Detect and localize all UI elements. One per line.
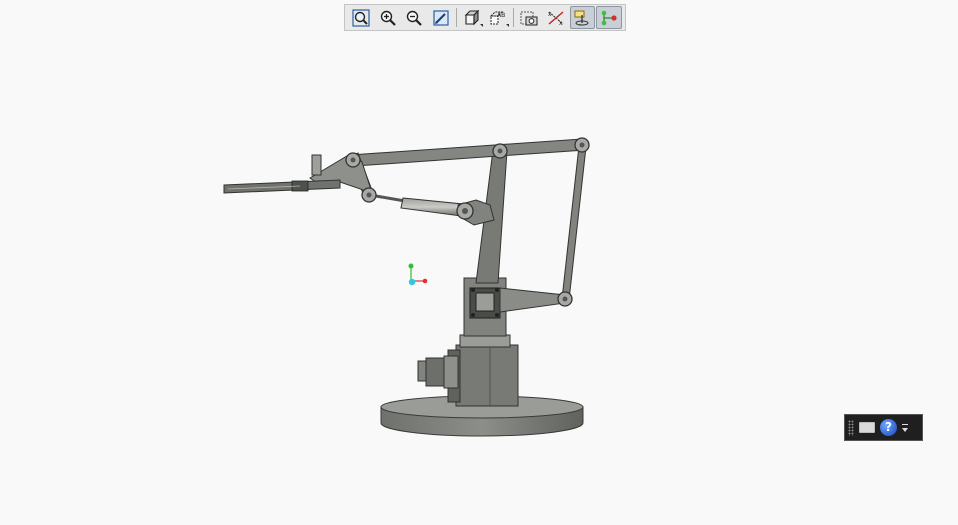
dropdown-arrow-icon [506, 24, 510, 27]
spin-center-icon [574, 10, 589, 26]
rear-crank-link [499, 287, 566, 313]
shaded-cube-icon [464, 9, 479, 25]
dropdown-arrow-icon [479, 24, 483, 27]
svg-text:x: x [559, 20, 563, 27]
display-style-button[interactable] [459, 6, 485, 29]
datum-display-button[interactable]: x x [543, 6, 569, 29]
svg-text:x: x [548, 11, 552, 18]
robot-arm-model [223, 137, 590, 437]
datum-planes-icon: x x [548, 11, 564, 27]
camera-icon [520, 11, 538, 25]
named-views-icon: AB [490, 11, 506, 24]
top-link [349, 138, 586, 167]
pencil-view-icon [433, 9, 449, 26]
keyboard-icon[interactable] [859, 422, 875, 433]
zoom-in-icon [380, 10, 396, 26]
model-viewport[interactable] [0, 36, 958, 521]
mini-toolbar: ? [844, 414, 923, 441]
zoom-fit-button[interactable] [348, 6, 374, 29]
zoom-in-button[interactable] [375, 6, 401, 29]
connection-graph-icon [601, 10, 617, 25]
side-motor [417, 355, 459, 389]
saved-views-button[interactable]: AB [486, 6, 512, 29]
zoom-out-icon [407, 10, 423, 26]
view-toolbar: AB x x [344, 4, 626, 31]
rear-strut [561, 145, 587, 301]
view-orientation-button[interactable] [428, 6, 454, 29]
screenshot-button[interactable] [516, 6, 542, 29]
toolbar-separator [513, 8, 515, 27]
grip-icon[interactable] [848, 419, 854, 436]
toolbar-separator [455, 8, 457, 27]
help-icon[interactable]: ? [880, 419, 897, 436]
connections-button[interactable] [596, 6, 622, 29]
svg-text:AB: AB [497, 12, 505, 19]
hydraulic-cylinder [369, 193, 464, 217]
zoom-out-button[interactable] [401, 6, 427, 29]
coordinate-triad [408, 263, 428, 286]
magnifier-window-icon [352, 8, 370, 27]
spin-center-button[interactable] [569, 6, 596, 29]
options-chevron-icon[interactable] [902, 423, 908, 432]
